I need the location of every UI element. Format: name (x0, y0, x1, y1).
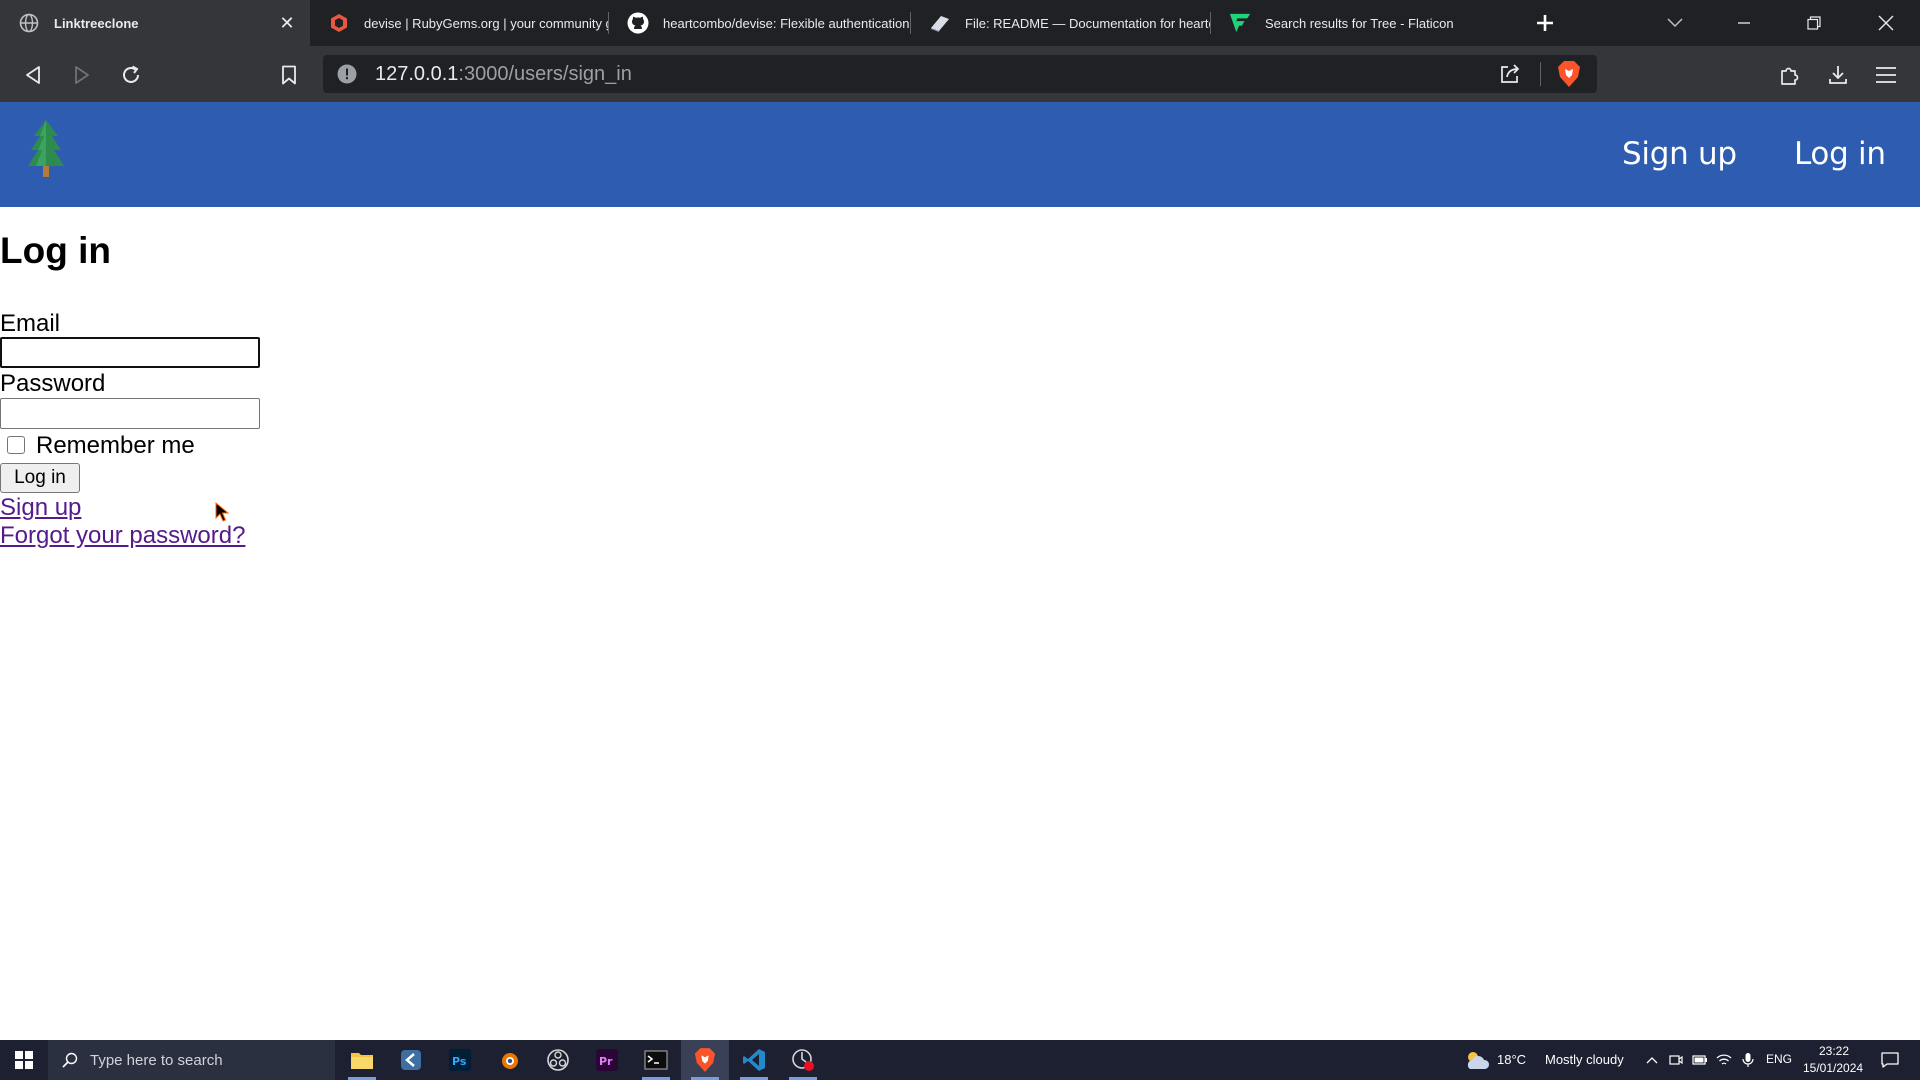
tab-title: heartcombo/devise: Flexible authenticati… (663, 15, 910, 31)
site-navbar: Sign up Log in (0, 102, 1920, 207)
recorder-icon[interactable] (779, 1040, 827, 1080)
tab-list-button[interactable] (1660, 8, 1690, 38)
url-text: 127.0.0.1:3000/users/sign_in (375, 55, 632, 93)
obs-icon[interactable] (534, 1040, 582, 1080)
bookmark-button[interactable] (272, 58, 306, 92)
photoshop-icon[interactable]: Ps (436, 1040, 484, 1080)
tab-title: Linktreeclone (54, 15, 139, 31)
svg-text:Ps: Ps (452, 1055, 467, 1068)
browser-toolbar: 127.0.0.1:3000/users/sign_in (0, 46, 1920, 102)
remember-me-label: Remember me (36, 432, 195, 459)
blender-icon[interactable] (485, 1040, 533, 1080)
notification-center-icon[interactable] (1870, 1040, 1910, 1080)
nav-sign-up-link[interactable]: Sign up (1622, 102, 1737, 207)
chevron-up-icon[interactable] (1640, 1040, 1664, 1080)
close-icon (1878, 15, 1894, 31)
globe-icon (18, 12, 40, 34)
start-button[interactable] (0, 1040, 48, 1080)
windows-taskbar: Type here to search Ps Pr 18°C Mostly cl… (0, 1040, 1920, 1080)
forward-arrow-icon (75, 66, 89, 84)
tab-title: File: README — Documentation for heartco… (965, 15, 1210, 31)
minimize-icon (1738, 22, 1750, 24)
taskbar-search-placeholder: Type here to search (90, 1051, 223, 1069)
clock-date[interactable]: 15/01/2024 (1803, 1061, 1863, 1075)
rubydoc-icon (929, 12, 951, 34)
email-field[interactable] (0, 337, 260, 368)
windows-logo-icon (15, 1051, 33, 1069)
tab-flaticon[interactable]: Search results for Tree - Flaticon (1211, 0, 1511, 46)
brave-shields-icon[interactable] (1555, 60, 1583, 88)
chevron-down-icon (1667, 18, 1683, 28)
taskbar-search-box[interactable]: Type here to search (48, 1040, 335, 1080)
close-window-button[interactable] (1862, 0, 1910, 46)
forward-button[interactable] (65, 58, 99, 92)
back-button[interactable] (16, 58, 50, 92)
reload-button[interactable] (114, 58, 148, 92)
wifi-icon[interactable] (1713, 1040, 1735, 1080)
address-divider (1540, 62, 1541, 86)
sign-up-link[interactable]: Sign up (0, 494, 81, 522)
url-host: 127.0.0.1 (375, 63, 459, 85)
back-arrow-icon (26, 66, 40, 84)
file-explorer-icon[interactable] (338, 1040, 386, 1080)
microphone-icon[interactable] (1737, 1040, 1759, 1080)
url-path: :3000/users/sign_in (458, 63, 632, 85)
premiere-icon[interactable]: Pr (583, 1040, 631, 1080)
puzzle-icon (1781, 67, 1799, 85)
new-tab-button[interactable] (1530, 8, 1560, 38)
downloads-button[interactable] (1821, 58, 1855, 92)
clock-time[interactable]: 23:22 (1819, 1044, 1849, 1058)
address-bar[interactable]: 127.0.0.1:3000/users/sign_in (323, 55, 1597, 93)
tab-github[interactable]: heartcombo/devise: Flexible authenticati… (609, 0, 910, 46)
tab-rubydoc[interactable]: File: README — Documentation for heartco… (911, 0, 1210, 46)
svg-text:Pr: Pr (599, 1055, 613, 1068)
meet-now-icon[interactable] (1665, 1040, 1687, 1080)
vscode-icon[interactable] (730, 1040, 778, 1080)
mouse-cursor-icon (215, 501, 230, 527)
android-studio-icon[interactable] (387, 1040, 435, 1080)
close-tab-icon[interactable]: ✕ (276, 12, 298, 34)
extensions-button[interactable] (1773, 58, 1807, 92)
web-page: Sign up Log in Log in Email Password Rem… (0, 102, 1920, 1040)
tab-title: devise | RubyGems.org | your community g… (364, 15, 608, 31)
nav-log-in-link[interactable]: Log in (1794, 102, 1886, 207)
log-in-submit-button[interactable]: Log in (0, 463, 80, 493)
site-info-icon[interactable] (337, 64, 357, 84)
plus-icon (1537, 15, 1553, 31)
flaticon-icon (1229, 12, 1251, 34)
rubygems-icon (328, 12, 350, 34)
bookmark-icon (282, 65, 296, 85)
tab-strip: Linktreeclone ✕ devise | RubyGems.org | … (0, 0, 1920, 46)
weather-condition[interactable]: Mostly cloudy (1545, 1052, 1624, 1067)
password-label: Password (0, 370, 106, 397)
tab-rubygems[interactable]: devise | RubyGems.org | your community g… (310, 0, 608, 46)
page-title: Log in (0, 230, 111, 271)
reload-icon (123, 65, 139, 83)
restore-icon (1807, 16, 1821, 30)
brave-icon[interactable] (681, 1040, 729, 1080)
terminal-icon[interactable] (632, 1040, 680, 1080)
share-icon[interactable] (1497, 62, 1523, 86)
email-label: Email (0, 310, 61, 337)
input-language[interactable]: ENG (1766, 1052, 1792, 1066)
restore-window-button[interactable] (1792, 0, 1836, 46)
password-field[interactable] (0, 398, 260, 429)
remember-me-checkbox[interactable] (7, 436, 25, 454)
menu-button[interactable] (1869, 58, 1903, 92)
search-icon (62, 1052, 78, 1068)
tab-title: Search results for Tree - Flaticon (1265, 15, 1454, 31)
weather-cloud-icon[interactable] (1460, 1040, 1494, 1080)
tab-linktreeclone[interactable]: Linktreeclone ✕ (0, 0, 310, 46)
tree-icon[interactable] (26, 118, 66, 180)
minimize-window-button[interactable] (1722, 0, 1766, 46)
hamburger-menu-icon (1876, 67, 1896, 83)
github-icon (627, 12, 649, 34)
download-icon (1829, 66, 1847, 84)
weather-temperature[interactable]: 18°C (1497, 1052, 1526, 1067)
forgot-password-link[interactable]: Forgot your password? (0, 522, 245, 550)
battery-icon[interactable] (1689, 1040, 1711, 1080)
